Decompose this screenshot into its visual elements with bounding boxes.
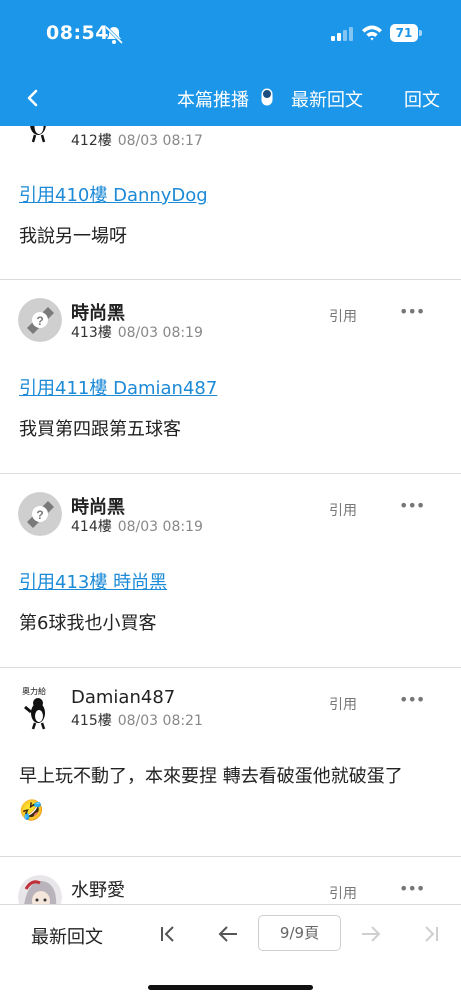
post-date: 08/03 08:17 bbox=[117, 133, 203, 149]
toggle-dot-icon[interactable] bbox=[261, 88, 273, 106]
recommend-button[interactable]: 本篇推播 bbox=[177, 86, 249, 112]
quoted-floor-link[interactable]: 引用411樓 Damian487 bbox=[19, 374, 217, 400]
anime-avatar-icon bbox=[18, 875, 62, 904]
post-body: 我買第四跟第五球客 bbox=[19, 419, 181, 440]
status-bar: 08:54 71 bbox=[0, 0, 461, 68]
penguin-avatar[interactable] bbox=[18, 126, 62, 144]
default-avatar-icon: ? bbox=[18, 298, 62, 342]
more-options-icon[interactable]: ••• bbox=[399, 879, 425, 898]
more-options-icon[interactable]: ••• bbox=[399, 690, 425, 709]
wifi-icon bbox=[362, 25, 382, 41]
bell-muted-icon bbox=[104, 25, 124, 45]
quote-button[interactable]: 引用 bbox=[329, 694, 357, 714]
post-date: 08/03 08:21 bbox=[117, 713, 203, 729]
default-avatar[interactable]: ? bbox=[18, 492, 62, 536]
bottom-toolbar: 最新回文 9/9頁 bbox=[0, 904, 461, 1000]
next-page-icon bbox=[362, 926, 381, 942]
quoted-floor-link[interactable]: 引用413樓 時尚黑 bbox=[19, 568, 167, 594]
post-date: 08/03 08:19 bbox=[117, 325, 203, 341]
back-chevron-icon[interactable] bbox=[18, 84, 48, 112]
more-options-icon[interactable]: ••• bbox=[399, 302, 425, 321]
cellular-signal-icon bbox=[331, 27, 353, 41]
page-selector[interactable]: 9/9頁 bbox=[258, 915, 341, 951]
previous-page-icon[interactable] bbox=[217, 923, 239, 945]
post-415: 奧力給 Damian487 415樓 08/03 08:21 引用 ••• 早上玩… bbox=[0, 668, 461, 857]
last-page-icon bbox=[425, 926, 438, 942]
battery-level: 71 bbox=[390, 24, 418, 42]
post-meta: 412樓 08/03 08:17 bbox=[71, 130, 203, 150]
post-meta: 414樓 08/03 08:19 bbox=[71, 516, 203, 536]
penguin-icon bbox=[18, 126, 62, 144]
nav-bar: 本篇推播 最新回文 回文 bbox=[0, 78, 461, 118]
post-412: 412樓08/03 08:17 引用 引用410樓 DannyDog 我說另一場… bbox=[0, 126, 461, 280]
post-416: 水野愛 引用 ••• bbox=[0, 857, 461, 904]
svg-text:?: ? bbox=[36, 508, 43, 522]
author-name[interactable]: Damian487 bbox=[71, 687, 175, 708]
battery-icon: 71 bbox=[390, 24, 422, 42]
post-body: 我說另一場呀 bbox=[19, 226, 127, 247]
quoted-floor-link[interactable]: 引用410樓 DannyDog bbox=[19, 181, 208, 207]
status-time: 08:54 bbox=[46, 22, 109, 44]
post-414: ? 時尚黑 414樓 08/03 08:19 引用 ••• 引用413樓 時尚黑 … bbox=[0, 474, 461, 668]
post-413: ? 時尚黑 413樓 08/03 08:19 引用 ••• 引用411樓 Dami… bbox=[0, 280, 461, 474]
post-meta: 413樓 08/03 08:19 bbox=[71, 322, 203, 342]
floor-number: 412樓 bbox=[71, 133, 112, 149]
default-avatar-icon: ? bbox=[18, 492, 62, 536]
reply-button[interactable]: 回文 bbox=[404, 86, 440, 112]
quote-button[interactable]: 引用 bbox=[329, 883, 357, 903]
latest-replies-bottom-button[interactable]: 最新回文 bbox=[31, 923, 103, 949]
first-page-icon[interactable] bbox=[157, 923, 179, 945]
post-list: 412樓 08/03 08:17 引用 引用410樓 DannyDog 我說另一場… bbox=[0, 126, 461, 904]
anime-avatar[interactable] bbox=[18, 875, 62, 904]
post-body: 第6球我也小買客 bbox=[19, 613, 157, 634]
default-avatar[interactable]: ? bbox=[18, 298, 62, 342]
more-options-icon[interactable]: ••• bbox=[399, 496, 425, 515]
svg-text:?: ? bbox=[36, 314, 43, 328]
quote-button[interactable]: 引用 bbox=[329, 306, 357, 326]
floor-number: 415樓 bbox=[71, 713, 112, 729]
floor-number: 414樓 bbox=[71, 519, 112, 535]
home-indicator bbox=[148, 985, 313, 990]
rofl-emoji-icon: 🤣 bbox=[19, 798, 44, 822]
author-name[interactable]: 水野愛 bbox=[71, 876, 125, 902]
avatar-caption: 奧力給 bbox=[22, 687, 46, 696]
floor-number: 413樓 bbox=[71, 325, 112, 341]
post-date: 08/03 08:19 bbox=[117, 519, 203, 535]
penguin-avatar[interactable]: 奧力給 bbox=[18, 686, 62, 730]
latest-replies-button[interactable]: 最新回文 bbox=[291, 86, 363, 112]
post-meta: 415樓 08/03 08:21 bbox=[71, 710, 203, 730]
post-body: 早上玩不動了，本來要捏 轉去看破蛋他就破蛋了 bbox=[19, 766, 403, 787]
top-bar: 08:54 71 本篇推播 最新回文 回文 bbox=[0, 0, 461, 126]
quote-button[interactable]: 引用 bbox=[329, 500, 357, 520]
